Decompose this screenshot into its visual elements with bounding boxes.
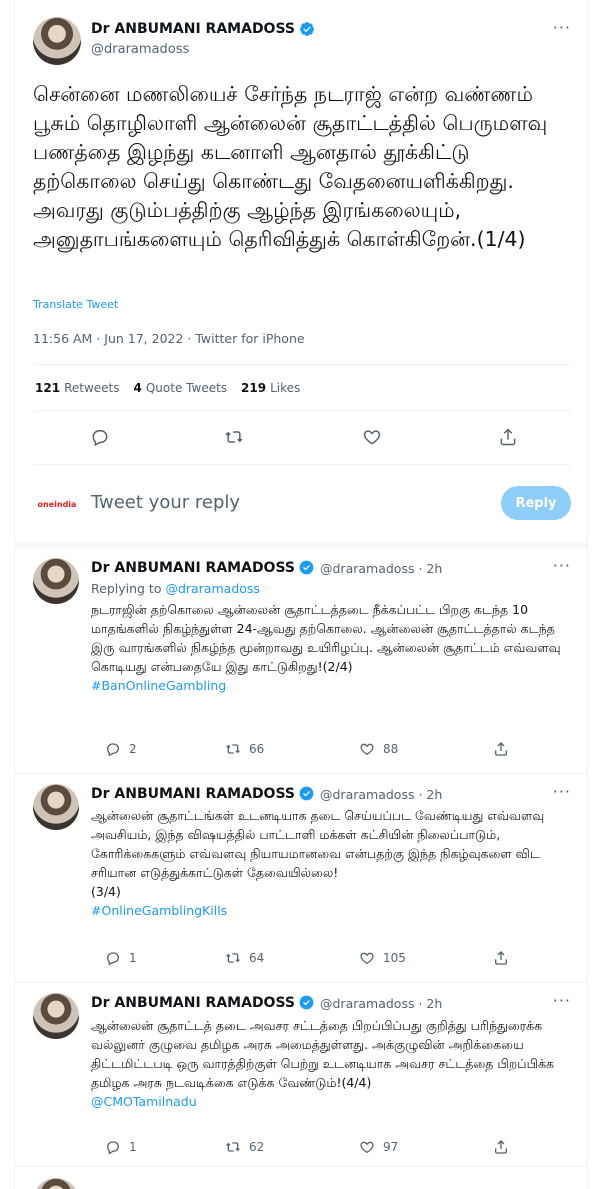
author-name[interactable]: Dr ANBUMANI RAMADOSS: [91, 786, 295, 802]
verified-icon: [299, 21, 315, 37]
reply-button[interactable]: Reply: [501, 486, 571, 520]
more-icon[interactable]: ···: [553, 18, 571, 37]
tweet-text: ஆன்லைன் சூதாட்டங்கள் உடனடியாக தடை செய்யப…: [91, 808, 545, 918]
thread-tweet-3[interactable]: Dr ANBUMANI RAMADOSS @draramadoss · 2h ·…: [15, 774, 587, 982]
tweet-actions: [15, 424, 587, 450]
hashtag-link[interactable]: #OnlineGamblingKills: [91, 903, 227, 918]
retweet-action[interactable]: 64: [225, 950, 264, 966]
thread-tweet-4[interactable]: Dr ANBUMANI RAMADOSS @draramadoss · 2h ·…: [15, 983, 587, 1166]
retweet-icon: [226, 953, 240, 963]
replying-to: Replying to @draramadoss: [91, 581, 260, 596]
timeline-column: Dr ANBUMANI RAMADOSS @draramadoss ··· செ…: [14, 0, 588, 1189]
author-handle[interactable]: @draramadoss: [91, 42, 189, 57]
author-row: Dr ANBUMANI RAMADOSS @draramadoss · 2h: [91, 995, 442, 1011]
like-action[interactable]: 105: [359, 950, 406, 966]
reply-icon: [106, 1141, 120, 1155]
next-tweet-avatar[interactable]: [33, 1178, 79, 1189]
tweet-actions: 2 66 88: [91, 741, 511, 761]
tweet-stats: 121 Retweets 4 Quote Tweets 219 Likes: [35, 381, 300, 395]
share-icon: [495, 951, 507, 965]
more-icon[interactable]: ···: [553, 782, 571, 801]
avatar[interactable]: [33, 558, 79, 604]
hashtag-link[interactable]: #BanOnlineGambling: [91, 678, 226, 693]
reply-action[interactable]: 1: [105, 950, 137, 966]
author-handle-time[interactable]: @draramadoss · 2h: [320, 787, 442, 802]
divider: [15, 1166, 587, 1167]
share-action[interactable]: [493, 950, 509, 966]
quote-tweets-stat[interactable]: 4 Quote Tweets: [134, 381, 228, 395]
author-name[interactable]: Dr ANBUMANI RAMADOSS: [91, 21, 295, 37]
avatar[interactable]: [33, 17, 81, 65]
author-handle-time[interactable]: @draramadoss · 2h: [320, 561, 442, 576]
avatar[interactable]: [33, 784, 79, 830]
retweet-action[interactable]: 66: [225, 741, 264, 757]
tweet-text: சென்னை மணலியைச் சேர்ந்த நடராஜ் என்ற வண்ண…: [33, 82, 548, 251]
reply-input[interactable]: Tweet your reply: [91, 492, 240, 513]
avatar[interactable]: [33, 993, 79, 1039]
retweet-action[interactable]: 62: [225, 1139, 264, 1155]
reply-action[interactable]: 1: [105, 1139, 137, 1155]
reply-icon: [106, 952, 120, 966]
divider: [33, 464, 571, 465]
author-row: Dr ANBUMANI RAMADOSS @draramadoss · 2h: [91, 786, 442, 802]
retweet-icon: [226, 1142, 240, 1152]
likes-stat[interactable]: 219 Likes: [241, 381, 300, 395]
author-name[interactable]: Dr ANBUMANI RAMADOSS: [91, 995, 295, 1011]
thread-tweet-2[interactable]: Dr ANBUMANI RAMADOSS @draramadoss · 2h ·…: [15, 548, 587, 774]
tweet-text: நடராஜின் தற்கொலை ஆன்லைன் சூதாட்டத்தடை நீ…: [91, 602, 561, 693]
reply-icon: [106, 743, 120, 757]
like-icon: [360, 743, 374, 756]
author-name[interactable]: Dr ANBUMANI RAMADOSS: [91, 560, 295, 576]
more-icon[interactable]: ···: [553, 556, 571, 575]
replying-handle-link[interactable]: @draramadoss: [165, 581, 259, 596]
retweet-icon[interactable]: [221, 424, 247, 450]
author-row: Dr ANBUMANI RAMADOSS @draramadoss · 2h: [91, 560, 442, 576]
like-icon[interactable]: [359, 424, 385, 450]
translate-link[interactable]: Translate Tweet: [33, 298, 118, 311]
mention-link[interactable]: @CMOTamilnadu: [91, 1094, 197, 1109]
divider: [33, 364, 571, 365]
tweet-timestamp[interactable]: 11:56 AM · Jun 17, 2022 · Twitter for iP…: [33, 331, 305, 346]
retweets-stat[interactable]: 121 Retweets: [35, 381, 120, 395]
retweet-icon: [226, 744, 240, 754]
share-icon: [495, 742, 507, 756]
reply-icon[interactable]: [87, 424, 113, 450]
like-action[interactable]: 97: [359, 1139, 398, 1155]
reply-composer: oneindia Tweet your reply Reply: [15, 482, 587, 526]
tweet-actions: 1 64 105: [91, 950, 511, 970]
author-handle-time[interactable]: @draramadoss · 2h: [320, 996, 442, 1011]
reply-action[interactable]: 2: [105, 741, 137, 757]
verified-icon: [299, 786, 315, 802]
share-icon: [495, 1140, 507, 1154]
more-icon[interactable]: ···: [553, 991, 571, 1010]
divider: [33, 410, 571, 411]
tweet-text: ஆன்லைன் சூதாட்டத் தடை அவசர சட்டத்தை பிறப…: [91, 1018, 554, 1109]
tweet-actions: 1 62 97: [91, 1139, 511, 1159]
like-action[interactable]: 88: [359, 741, 398, 757]
composer-avatar: oneindia: [37, 499, 77, 509]
share-action[interactable]: [493, 741, 509, 757]
share-action[interactable]: [493, 1139, 509, 1155]
author-row: Dr ANBUMANI RAMADOSS: [91, 21, 315, 37]
like-icon: [360, 952, 374, 965]
like-icon: [360, 1141, 374, 1154]
verified-icon: [299, 995, 315, 1011]
share-icon[interactable]: [495, 424, 521, 450]
verified-icon: [299, 560, 315, 576]
